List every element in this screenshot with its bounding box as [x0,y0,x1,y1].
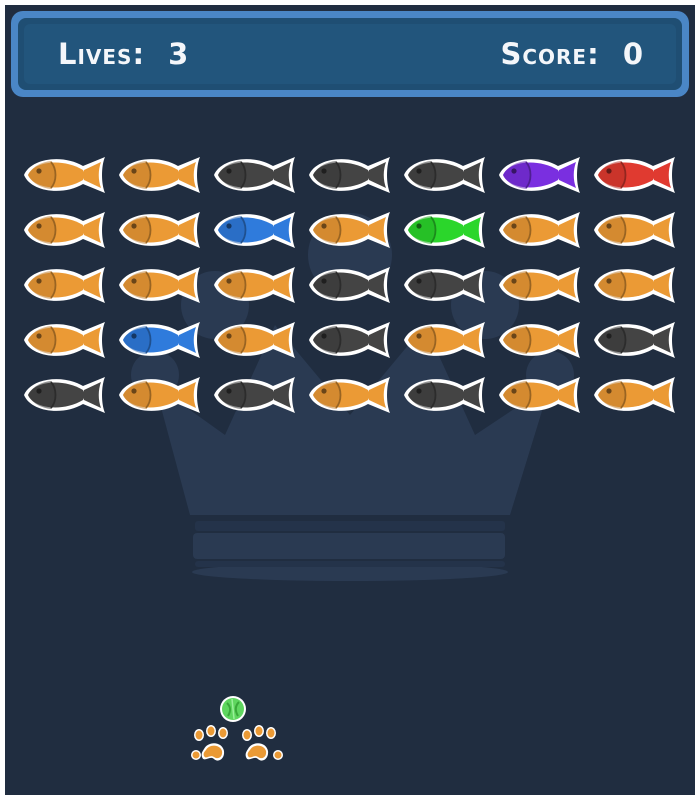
fish-brick [214,157,295,193]
game-frame: Lives: 3 Score: 0 [0,0,700,800]
fish-brick [499,377,580,413]
fish-brick [24,267,105,303]
fish-brick [24,157,105,193]
fish-brick [404,157,485,193]
fish-brick [119,322,200,358]
fish-brick [309,377,390,413]
fish-brick [499,267,580,303]
fish-brick [214,322,295,358]
fish-brick [309,267,390,303]
fish-brick [404,322,485,358]
fish-brick [404,377,485,413]
fish-brick [404,212,485,248]
fish-brick [594,377,675,413]
fish-brick [24,212,105,248]
fish-brick [24,322,105,358]
fish-brick [309,157,390,193]
fish-brick [214,212,295,248]
fish-brick [214,267,295,303]
fish-brick [214,377,295,413]
fish-brick [594,157,675,193]
fish-brick [119,157,200,193]
game-area[interactable]: Lives: 3 Score: 0 [5,5,695,795]
fish-brick [309,212,390,248]
fish-brick [119,267,200,303]
brick-grid [5,5,695,795]
fish-brick [594,322,675,358]
fish-brick [404,267,485,303]
ball-icon [220,696,246,722]
fish-brick [309,322,390,358]
paw-prints-icon[interactable] [184,723,284,769]
fish-brick [499,157,580,193]
fish-brick [499,322,580,358]
fish-brick [119,212,200,248]
fish-brick [24,377,105,413]
fish-brick [499,212,580,248]
fish-brick [119,377,200,413]
fish-brick [594,212,675,248]
fish-brick [594,267,675,303]
